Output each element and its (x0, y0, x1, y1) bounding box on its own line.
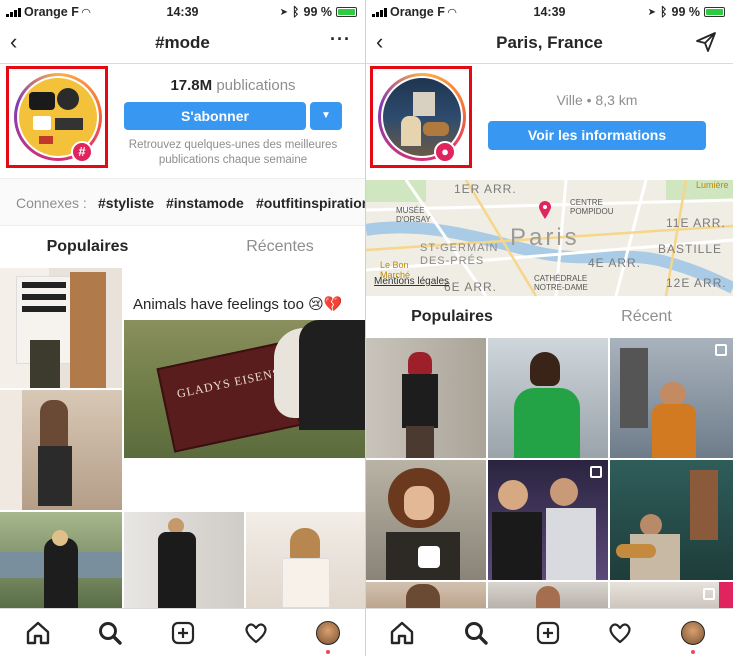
view-info-button[interactable]: Voir les informations (488, 121, 706, 150)
location-screen: Orange F ◠ 14:39 ➤ ᛒ 99 % ‹ Paris, France ●… (366, 0, 733, 656)
post-thumbnail[interactable] (124, 512, 244, 608)
more-options-icon[interactable]: ··· (330, 29, 351, 50)
battery-percent: 99 % (671, 5, 701, 19)
post-count: 17.8M publications (170, 77, 296, 94)
status-bar: Orange F ◠ 14:39 ➤ ᛒ 99 % (0, 0, 365, 22)
post-thumbnail[interactable] (366, 338, 486, 458)
bottom-nav (366, 608, 733, 656)
post-thumbnail[interactable] (610, 338, 733, 458)
tab-recent[interactable]: Récentes (195, 226, 365, 268)
hashtag-badge-icon: # (71, 141, 93, 163)
tab-popular[interactable]: Populaires (0, 226, 175, 268)
post-thumbnail[interactable] (0, 268, 122, 388)
new-post-icon[interactable] (169, 619, 197, 647)
map-label: 4E ARR. (588, 256, 642, 270)
related-bar: Connexes : #styliste #instamode #outfiti… (0, 178, 365, 226)
map-label: BASTILLE (658, 242, 723, 256)
new-post-icon[interactable] (534, 619, 562, 647)
bottom-nav (0, 608, 365, 656)
tab-bar: Populaires Récentes (0, 226, 365, 268)
map[interactable]: 1ER ARR. CENTRE POMPIDOU MUSÉE D'ORSAY 1… (366, 180, 733, 296)
map-legal-link[interactable]: Mentions légales (374, 276, 449, 287)
search-icon[interactable] (462, 619, 490, 647)
header: ‹ #mode ··· (0, 22, 365, 64)
location-arrow-icon: ➤ (279, 6, 288, 18)
activity-heart-icon[interactable] (242, 619, 270, 647)
notification-dot (326, 650, 330, 654)
post-thumbnail[interactable] (488, 338, 608, 458)
map-label: CATHÉDRALE NOTRE-DAME (534, 274, 588, 292)
post-caption: Animals have feelings too 😢💔 (133, 296, 343, 313)
activity-heart-icon[interactable] (606, 619, 634, 647)
search-icon[interactable] (96, 619, 124, 647)
related-label: Connexes : (16, 195, 87, 211)
page-title: Paris, France (496, 33, 603, 52)
page-title: #mode (155, 33, 210, 52)
description: Retrouvez quelques-unes des meilleures p… (128, 139, 338, 166)
hashtag-screen: Orange F ◠ 14:39 ➤ ᛒ 99 % ‹ #mode ··· # 17.… (0, 0, 365, 656)
status-bar: Orange F ◠ 14:39 ➤ ᛒ 99 % (366, 0, 733, 22)
battery-icon (704, 7, 725, 17)
profile-avatar[interactable] (681, 621, 705, 645)
map-label: 6E ARR. (444, 280, 498, 294)
battery-icon (336, 7, 357, 17)
post-thumbnail[interactable] (0, 512, 122, 608)
map-label: CENTRE POMPIDOU (570, 198, 614, 216)
map-label: ST-GERMAIN DES-PRÉS (420, 242, 499, 267)
follow-button[interactable]: S'abonner (124, 102, 306, 130)
map-label: MUSÉE D'ORSAY (396, 206, 431, 224)
post-thumbnail[interactable] (246, 512, 365, 608)
dropdown-button[interactable]: ▼ (310, 102, 342, 130)
location-pin-badge-icon: ● (434, 141, 456, 163)
tab-bar: Populaires Récent (366, 296, 733, 338)
home-icon[interactable] (388, 619, 416, 647)
related-tag[interactable]: #styliste (98, 195, 154, 211)
post-thumbnail[interactable] (366, 460, 486, 580)
post-thumbnail[interactable] (610, 460, 733, 580)
tab-recent[interactable]: Récent (560, 296, 733, 338)
map-pin-icon (539, 201, 551, 219)
profile-avatar[interactable] (316, 621, 340, 645)
map-label: Lumière (696, 180, 729, 190)
header: ‹ Paris, France (366, 22, 733, 64)
place-info: Ville • 8,3 km (556, 92, 638, 108)
related-tag[interactable]: #outfitinspiration (256, 195, 365, 211)
map-label: 11E ARR. (666, 216, 726, 230)
notification-dot (691, 650, 695, 654)
bluetooth-icon: ᛒ (291, 5, 300, 19)
post-thumbnail[interactable] (488, 582, 608, 608)
post-image[interactable]: GLADYS EISENS (124, 320, 365, 458)
direct-send-icon[interactable] (695, 31, 717, 53)
post-thumbnail[interactable] (488, 460, 608, 580)
map-label: 12E ARR. (666, 276, 727, 290)
tab-popular[interactable]: Populaires (366, 296, 538, 338)
location-arrow-icon: ➤ (647, 6, 656, 18)
post-thumbnail[interactable] (0, 390, 122, 510)
post-thumbnail[interactable] (366, 582, 486, 608)
bluetooth-icon: ᛒ (659, 5, 668, 19)
map-label: 1ER ARR. (454, 182, 517, 196)
map-city-label: Paris (510, 224, 580, 251)
battery-percent: 99 % (303, 5, 333, 19)
related-tag[interactable]: #instamode (166, 195, 244, 211)
post-thumbnail[interactable] (610, 582, 733, 608)
home-icon[interactable] (24, 619, 52, 647)
